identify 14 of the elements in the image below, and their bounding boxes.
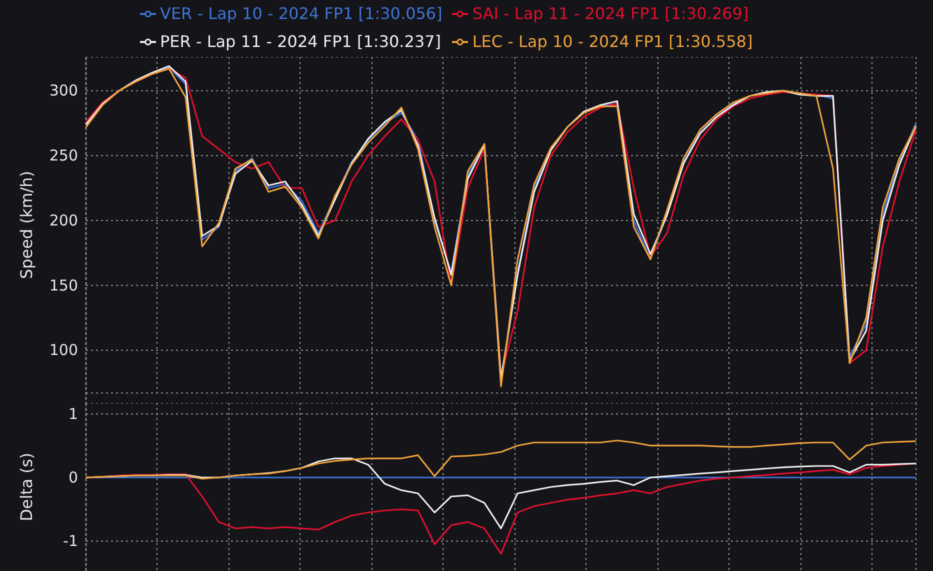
axis-tick-label: 300 bbox=[49, 82, 78, 100]
legend-label[interactable]: PER - Lap 11 - 2024 FP1 [1:30.237] bbox=[160, 30, 442, 54]
legend-label[interactable]: LEC - Lap 10 - 2024 FP1 [1:30.558] bbox=[472, 30, 753, 54]
axis-title: Delta (s) bbox=[17, 452, 36, 522]
axis-tick-label: 1 bbox=[68, 404, 78, 423]
axis-tick-label: 0 bbox=[68, 468, 78, 486]
axis-tick-label: 100 bbox=[49, 341, 78, 360]
legend-label[interactable]: SAI - Lap 11 - 2024 FP1 [1:30.269] bbox=[472, 2, 749, 26]
axis-tick-label: 250 bbox=[49, 146, 78, 165]
axis-tick-label: 150 bbox=[49, 276, 78, 294]
axis-tick-label: 200 bbox=[49, 211, 78, 230]
legend-label[interactable]: VER - Lap 10 - 2024 FP1 [1:30.056] bbox=[160, 2, 442, 26]
axis-title: Speed (km/h) bbox=[17, 170, 36, 280]
axis-tick-label: -1 bbox=[63, 532, 78, 550]
